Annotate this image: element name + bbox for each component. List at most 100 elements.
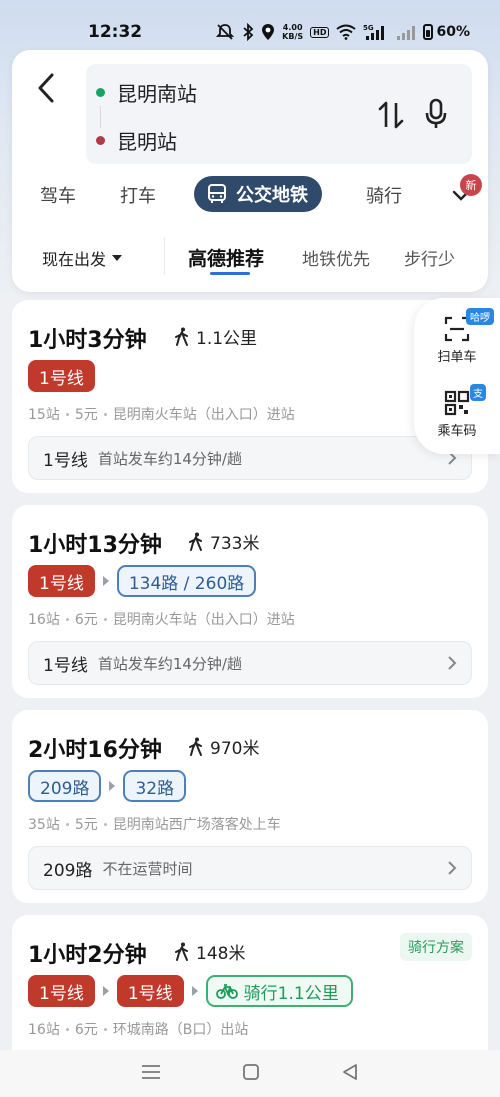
detail-line-name: 1号线: [43, 655, 88, 676]
voice-input-button[interactable]: [420, 96, 452, 132]
route-meta: 15站 5元 昆明南火车站（出入口）进站: [28, 404, 295, 424]
divider: [164, 238, 165, 274]
route-detail-row[interactable]: 209路 不在运营时间: [28, 846, 472, 890]
route-lines: 1号线 134路 / 260路: [28, 565, 257, 597]
meta-separator: [65, 822, 69, 826]
meta-separator: [103, 822, 107, 826]
tab-transit-label: 公交地铁: [236, 185, 308, 206]
meta-separator: [65, 617, 69, 621]
caret-down-icon: [112, 255, 123, 261]
home-nav-button[interactable]: [242, 1063, 260, 1085]
exit-point: 环城南路（B口）出站: [112, 1022, 249, 1038]
boarding-point: 昆明南火车站（出入口）进站: [112, 407, 295, 423]
swap-icon: [378, 101, 404, 129]
bicycle-icon: [215, 984, 238, 999]
subway-line-badge: 1号线: [28, 975, 95, 1007]
transfer-arrow-icon: [102, 986, 109, 996]
to-station-field[interactable]: 昆明站: [96, 126, 177, 155]
transit-code-label: 乘车码: [437, 423, 477, 439]
walk-distance: 970米: [188, 734, 259, 759]
battery-icon: [423, 24, 434, 40]
back-button[interactable]: [26, 68, 66, 108]
menu-nav-button[interactable]: [141, 1064, 161, 1084]
transit-code-button[interactable]: 支 乘车码: [414, 378, 500, 450]
hello-badge: 哈啰: [466, 308, 494, 325]
back-triangle-icon: [343, 1063, 358, 1080]
tab-cycling[interactable]: 骑行: [366, 182, 402, 208]
subway-line-badge: 1号线: [116, 975, 184, 1007]
detail-line-name: 1号线: [43, 450, 88, 471]
walking-icon: [175, 327, 188, 346]
stop-count: 16站: [28, 1022, 60, 1038]
route-card[interactable]: 2小时16分钟 970米 209路 32路 35站 5元 昆明南站西广场落客处上…: [12, 710, 488, 903]
subway-line-badge: 1号线: [28, 565, 95, 597]
qr-code-icon: [444, 390, 470, 415]
scan-bike-button[interactable]: 哈啰 扫单车: [414, 304, 500, 376]
tab-transit[interactable]: 公交地铁: [194, 176, 322, 212]
from-station-label: 昆明南站: [117, 82, 197, 106]
route-detail-row[interactable]: 1号线 首站发车约14分钟/趟: [28, 641, 472, 685]
battery: 60%: [423, 24, 470, 40]
route-detail-row[interactable]: 1号线 首站发车约14分钟/趟: [28, 436, 472, 480]
walking-icon: [189, 532, 202, 551]
wifi-icon: [336, 24, 357, 40]
subway-line-badge: 1号线: [28, 360, 95, 392]
stop-count: 15站: [28, 407, 60, 423]
system-navigation-bar: [0, 1050, 500, 1097]
fare: 6元: [74, 612, 98, 628]
tab-taxi[interactable]: 打车: [120, 182, 156, 208]
bus-icon: [208, 184, 226, 203]
detail-status: 不在运营时间: [102, 859, 193, 878]
signal-2-icon: [396, 23, 416, 41]
route-duration: 1小时3分钟: [28, 328, 147, 353]
transport-mode-tabs: 驾车 打车 公交地铁 骑行 新: [12, 174, 488, 216]
route-meta: 16站 6元 昆明南火车站（出入口）进站: [28, 609, 295, 629]
walk-distance-value: 970米: [210, 739, 260, 759]
active-tab-indicator: [210, 272, 250, 275]
bus-line-badge: 209路: [28, 770, 102, 802]
search-header-card: 昆明南站 昆明站 驾车 打车 公交地铁 骑行 新 现在出发 高德推荐 地铁优先 …: [12, 50, 488, 292]
swap-button[interactable]: [376, 98, 406, 132]
fare: 6元: [74, 1022, 98, 1038]
sort-tab-recommended[interactable]: 高德推荐: [188, 244, 264, 271]
fare: 5元: [74, 407, 98, 423]
walk-distance: 1.1公里: [174, 324, 257, 349]
route-lines: 209路 32路: [28, 770, 187, 802]
menu-icon: [141, 1064, 160, 1079]
boarding-point: 昆明南火车站（出入口）进站: [112, 612, 295, 628]
walk-distance-value: 148米: [196, 944, 246, 964]
meta-separator: [65, 412, 69, 416]
chevron-right-icon: [448, 861, 457, 875]
back-nav-button[interactable]: [341, 1063, 359, 1085]
stop-count: 16站: [28, 612, 60, 628]
meta-separator: [65, 1027, 69, 1031]
walk-distance-value: 1.1公里: [196, 329, 258, 349]
meta-separator: [103, 617, 107, 621]
walk-distance: 148米: [174, 939, 245, 964]
sort-tab-less-walking[interactable]: 步行少: [404, 245, 455, 270]
location-icon: [261, 23, 275, 41]
sort-tab-subway-first[interactable]: 地铁优先: [302, 245, 370, 270]
more-modes-button[interactable]: 新: [448, 174, 484, 216]
mute-vibrate-icon: [215, 23, 235, 41]
transfer-arrow-icon: [109, 781, 116, 791]
home-square-icon: [243, 1063, 259, 1080]
depart-time-dropdown[interactable]: 现在出发: [42, 246, 123, 270]
from-station-field[interactable]: 昆明南站: [96, 78, 197, 107]
walk-distance-value: 733米: [210, 534, 260, 554]
route-input-box: 昆明南站 昆明站: [86, 64, 472, 164]
tab-drive[interactable]: 驾车: [40, 182, 76, 208]
transfer-arrow-icon: [102, 576, 109, 586]
meta-separator: [103, 1027, 107, 1031]
hd-indicator: HD: [310, 26, 330, 38]
destination-dot: [96, 136, 105, 145]
route-card[interactable]: 1小时13分钟 733米 1号线 134路 / 260路 16站 6元 昆明南火…: [12, 505, 488, 698]
sort-tabs: 现在出发 高德推荐 地铁优先 步行少: [12, 232, 488, 278]
bike-segment-badge: 骑行1.1公里: [205, 975, 353, 1007]
new-badge: 新: [460, 174, 482, 196]
chevron-right-icon: [448, 656, 457, 670]
stop-count: 35站: [28, 817, 60, 833]
route-duration: 1小时2分钟: [28, 943, 147, 968]
route-card[interactable]: 1小时2分钟 148米 骑行方案 1号线 1号线 骑行1.1公里 16站 6元 …: [12, 915, 488, 1055]
battery-percent: 60%: [436, 24, 470, 40]
